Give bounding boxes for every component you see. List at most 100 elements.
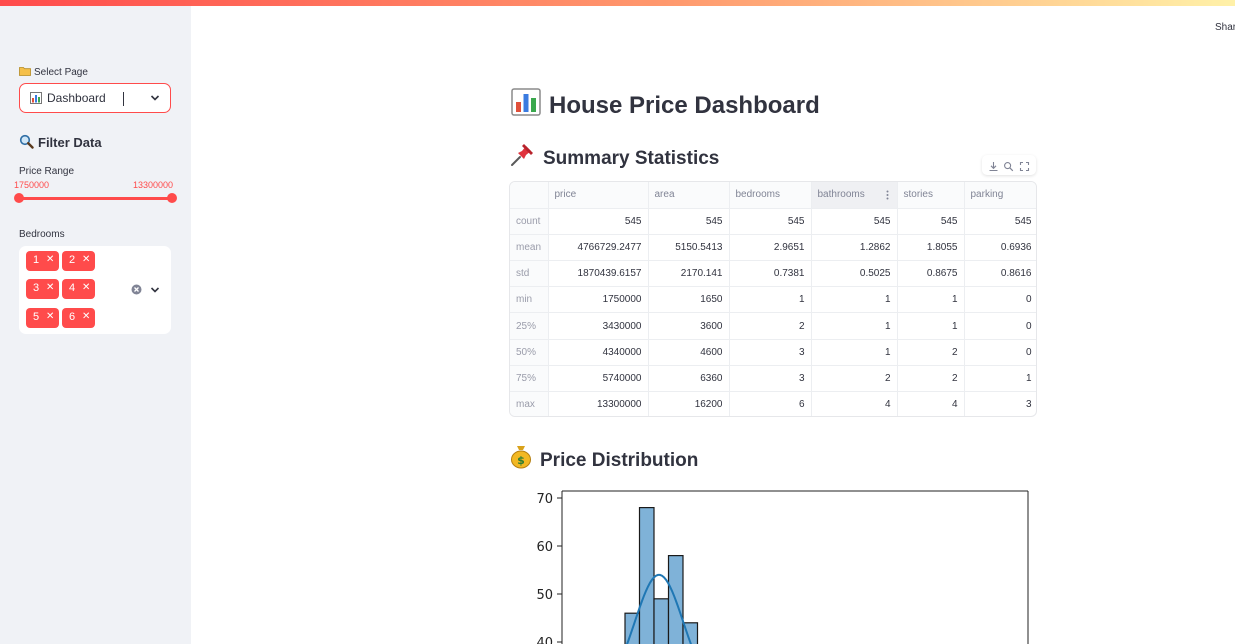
table-cell[interactable]: 2 bbox=[897, 339, 965, 366]
table-cell[interactable]: 545 bbox=[729, 208, 812, 235]
table-cell[interactable]: 1650 bbox=[648, 286, 730, 314]
column-header-stories[interactable]: stories bbox=[897, 182, 965, 209]
price-range-track[interactable] bbox=[19, 197, 172, 200]
table-cell[interactable]: 0.7381 bbox=[729, 260, 812, 288]
row-label: 75% bbox=[510, 365, 549, 393]
chevron-down-icon[interactable] bbox=[150, 93, 160, 103]
table-cell[interactable]: 1 bbox=[811, 286, 898, 314]
table-cell[interactable]: 6360 bbox=[648, 365, 730, 393]
download-icon[interactable] bbox=[988, 159, 999, 172]
table-header-row: price area bedrooms bathrooms stories pa… bbox=[510, 182, 1036, 209]
table-cell[interactable]: 545 bbox=[964, 208, 1036, 235]
table-cell[interactable]: 4340000 bbox=[548, 339, 649, 366]
table-cell[interactable]: 1870439.6157 bbox=[548, 260, 649, 288]
table-cell[interactable]: 0.8616 bbox=[964, 260, 1036, 288]
table-cell[interactable]: 1.2862 bbox=[811, 234, 898, 262]
table-cell[interactable]: 0.8675 bbox=[897, 260, 965, 288]
bedrooms-multiselect[interactable]: 1 ✕ 2 ✕ 3 ✕ 4 ✕ 5 ✕ 6 ✕ bbox=[19, 246, 171, 334]
table-cell[interactable]: 1.8055 bbox=[897, 234, 965, 262]
chevron-down-icon[interactable] bbox=[150, 285, 160, 295]
column-header-parking[interactable]: parking bbox=[964, 182, 1036, 209]
bedrooms-label: Bedrooms bbox=[19, 229, 65, 240]
clear-all-icon[interactable] bbox=[131, 284, 142, 295]
remove-tag-icon[interactable]: ✕ bbox=[82, 282, 90, 293]
remove-tag-icon[interactable]: ✕ bbox=[82, 311, 90, 322]
price-range-max-value: 13300000 bbox=[133, 180, 174, 190]
table-cell[interactable]: 3600 bbox=[648, 312, 730, 340]
column-header-bathrooms[interactable]: bathrooms bbox=[811, 182, 898, 209]
table-cell[interactable]: 2 bbox=[811, 365, 898, 393]
summary-statistics-title: Summary Statistics bbox=[543, 148, 720, 169]
column-header-bathrooms-text: bathrooms bbox=[817, 189, 865, 201]
price-range-min-thumb[interactable] bbox=[14, 193, 24, 203]
table-cell[interactable]: 545 bbox=[548, 208, 649, 235]
table-cell[interactable]: 2170.141 bbox=[648, 260, 730, 288]
table-cell[interactable]: 2 bbox=[729, 312, 812, 340]
table-cell[interactable]: 16200 bbox=[648, 391, 730, 416]
table-row: count 545 545 545 545 545 545 bbox=[510, 208, 1036, 235]
table-cell[interactable]: 2.9651 bbox=[729, 234, 812, 262]
table-cell[interactable]: 4600 bbox=[648, 339, 730, 366]
y-tick-label: 50 bbox=[536, 588, 553, 603]
table-row: 75% 5740000 6360 3 2 2 1 bbox=[510, 365, 1036, 393]
page-select[interactable]: Dashboard bbox=[19, 83, 171, 113]
search-icon[interactable] bbox=[1003, 159, 1014, 172]
bar-chart-icon bbox=[30, 92, 42, 104]
table-cell[interactable]: 3430000 bbox=[548, 312, 649, 340]
table-cell[interactable]: 1 bbox=[811, 312, 898, 340]
bedroom-tag-1[interactable]: 1 ✕ bbox=[26, 251, 59, 271]
table-cell[interactable]: 1750000 bbox=[548, 286, 649, 314]
remove-tag-icon[interactable]: ✕ bbox=[46, 311, 54, 322]
page-select-value: Dashboard bbox=[47, 91, 106, 105]
price-range-max-thumb[interactable] bbox=[167, 193, 177, 203]
table-cell[interactable]: 545 bbox=[897, 208, 965, 235]
summary-statistics-table[interactable]: price area bedrooms bathrooms stories pa… bbox=[509, 181, 1037, 417]
bedroom-tag-3[interactable]: 3 ✕ bbox=[26, 279, 59, 299]
table-cell[interactable]: 1 bbox=[729, 286, 812, 314]
bedroom-tag-2[interactable]: 2 ✕ bbox=[62, 251, 95, 271]
remove-tag-icon[interactable]: ✕ bbox=[82, 254, 90, 265]
table-cell[interactable]: 545 bbox=[648, 208, 730, 235]
table-cell[interactable]: 0.6936 bbox=[964, 234, 1036, 262]
table-cell[interactable]: 2 bbox=[897, 365, 965, 393]
table-cell[interactable]: 6 bbox=[729, 391, 812, 416]
table-cell[interactable]: 0 bbox=[964, 286, 1036, 314]
table-cell[interactable]: 0.5025 bbox=[811, 260, 898, 288]
row-label: std bbox=[510, 260, 549, 288]
table-cell[interactable]: 1 bbox=[897, 312, 965, 340]
page-title: House Price Dashboard bbox=[511, 88, 820, 120]
table-cell[interactable]: 5740000 bbox=[548, 365, 649, 393]
table-cell[interactable]: 3 bbox=[729, 365, 812, 393]
magnifier-icon bbox=[19, 134, 34, 149]
bedroom-tag-5[interactable]: 5 ✕ bbox=[26, 308, 59, 328]
table-cell[interactable]: 1 bbox=[811, 339, 898, 366]
table-row: 25% 3430000 3600 2 1 1 0 bbox=[510, 312, 1036, 340]
table-cell[interactable]: 4 bbox=[897, 391, 965, 416]
table-cell[interactable]: 1 bbox=[897, 286, 965, 314]
table-cell[interactable]: 4766729.2477 bbox=[548, 234, 649, 262]
share-button[interactable]: Shar bbox=[1215, 22, 1235, 33]
table-cell[interactable]: 3 bbox=[964, 391, 1036, 416]
price-distribution-title: Price Distribution bbox=[540, 450, 699, 471]
bedroom-tag-4[interactable]: 4 ✕ bbox=[62, 279, 95, 299]
row-label: count bbox=[510, 208, 549, 235]
table-cell[interactable]: 4 bbox=[811, 391, 898, 416]
table-cell[interactable]: 13300000 bbox=[548, 391, 649, 416]
table-cell[interactable]: 545 bbox=[811, 208, 898, 235]
bar-chart-icon bbox=[511, 88, 541, 116]
table-cell[interactable]: 5150.5413 bbox=[648, 234, 730, 262]
row-label: min bbox=[510, 286, 549, 314]
row-label: 50% bbox=[510, 339, 549, 366]
column-header-bedrooms[interactable]: bedrooms bbox=[729, 182, 812, 209]
remove-tag-icon[interactable]: ✕ bbox=[46, 282, 54, 293]
fullscreen-icon[interactable] bbox=[1019, 159, 1030, 172]
column-header-price[interactable]: price bbox=[548, 182, 649, 209]
table-cell[interactable]: 1 bbox=[964, 365, 1036, 393]
column-header-area[interactable]: area bbox=[648, 182, 730, 209]
table-cell[interactable]: 0 bbox=[964, 312, 1036, 340]
column-menu-icon[interactable] bbox=[886, 190, 889, 200]
table-cell[interactable]: 3 bbox=[729, 339, 812, 366]
table-cell[interactable]: 0 bbox=[964, 339, 1036, 366]
remove-tag-icon[interactable]: ✕ bbox=[46, 254, 54, 265]
bedroom-tag-6[interactable]: 6 ✕ bbox=[62, 308, 95, 328]
